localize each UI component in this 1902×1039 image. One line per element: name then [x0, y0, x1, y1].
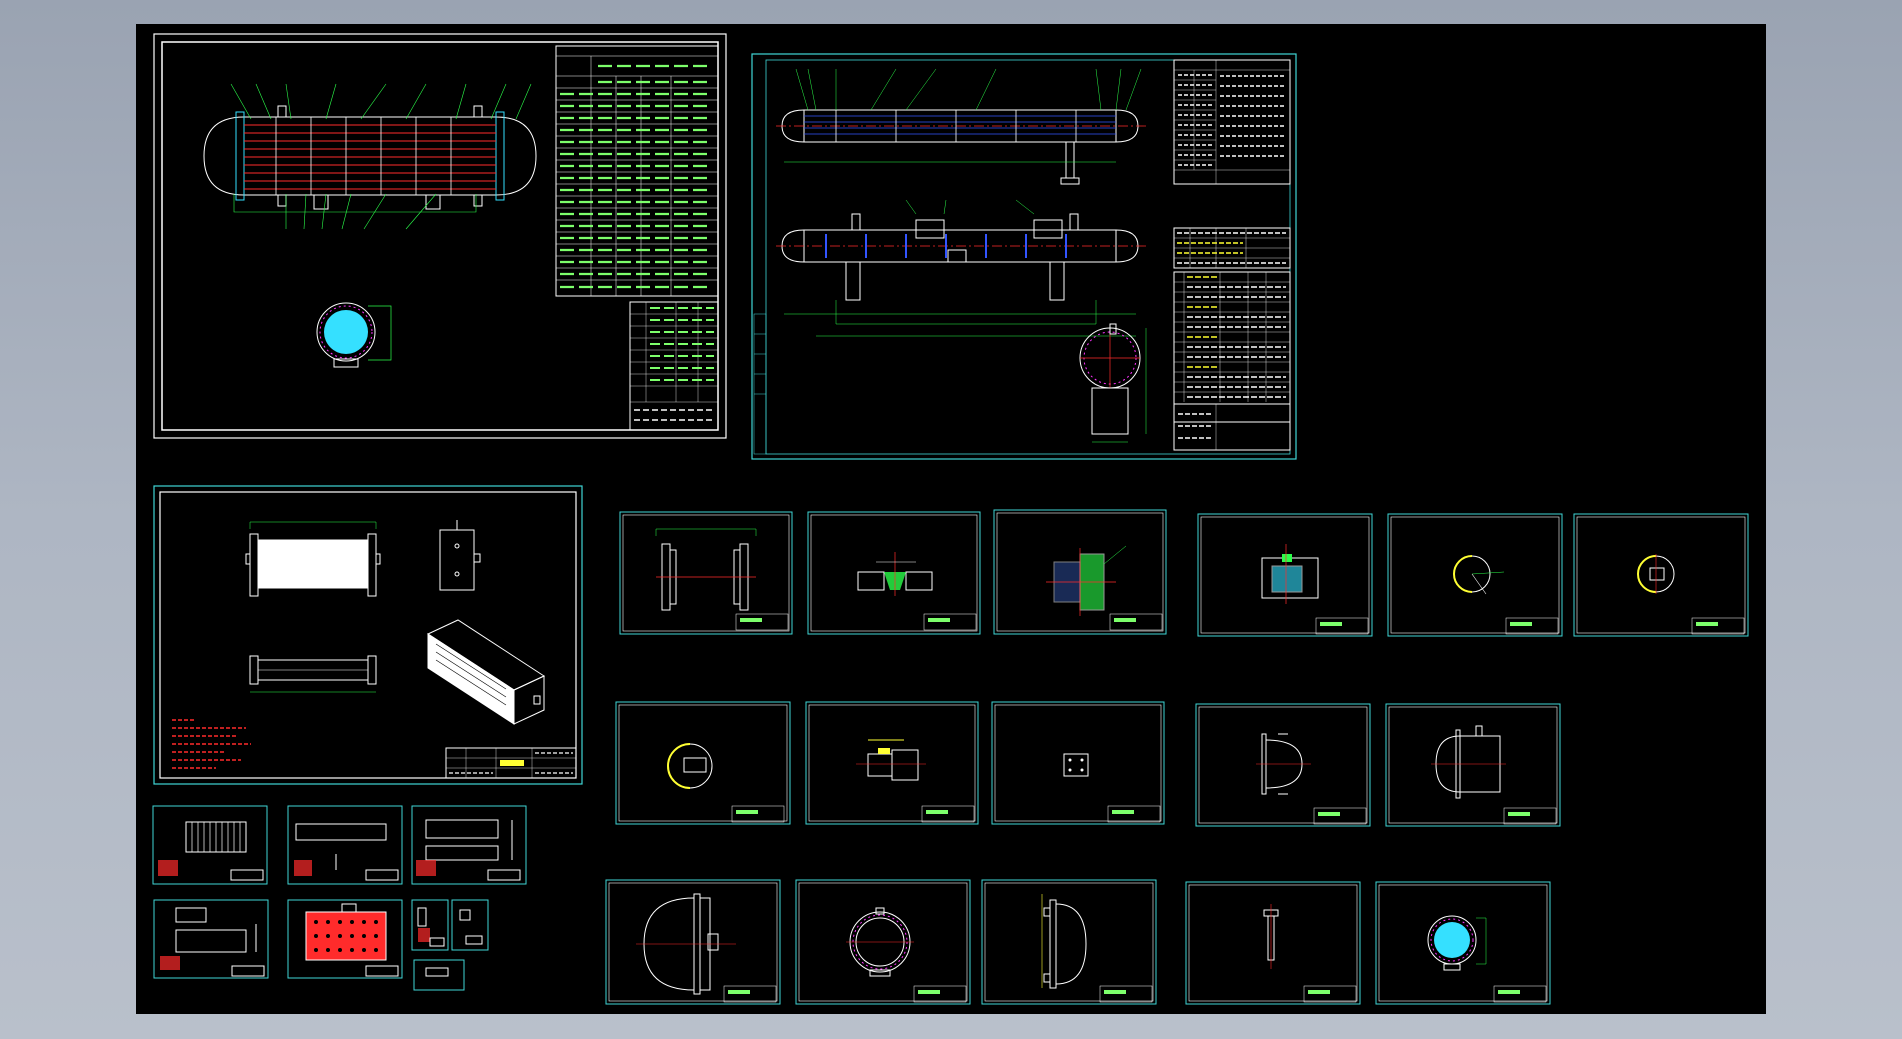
sheet-tube-joint[interactable]: [993, 509, 1167, 635]
sheet-circle-detail-2[interactable]: [1573, 513, 1749, 637]
sheet-heat-exchanger-assembly[interactable]: [153, 33, 727, 439]
sheet-channel-detail[interactable]: [1195, 703, 1371, 827]
exchanger-end-view: [316, 302, 392, 368]
ga-nozzle-table: [1173, 227, 1291, 269]
radiator-top-view: [249, 655, 377, 693]
radiator-isometric-view: [426, 619, 546, 725]
cad-drawing: [152, 33, 1749, 1005]
sheet-circle-detail-3[interactable]: [615, 701, 791, 825]
sheet-circle-detail-1[interactable]: [1387, 513, 1563, 637]
ga-section-view: [1079, 323, 1147, 443]
exchanger-vessel-elevation: [203, 83, 537, 230]
ga-bill-of-materials: [1173, 271, 1291, 451]
sheet-head-part[interactable]: [795, 879, 971, 1005]
sheet-shell-flange[interactable]: [605, 879, 781, 1005]
sheet-radiator-assembly[interactable]: [153, 485, 583, 785]
parts-list-table: [629, 301, 719, 431]
ga-technical-data-block: [1173, 59, 1291, 185]
sheet-general-arrangement[interactable]: [751, 53, 1297, 460]
design-data-table: [555, 45, 719, 297]
sheet-section-view[interactable]: [1185, 881, 1361, 1005]
sheet-nozzle-detail[interactable]: [1197, 513, 1373, 637]
radiator-front-view: [245, 521, 381, 597]
small-part-sheets[interactable]: [152, 805, 527, 991]
sheet-shell-part-1[interactable]: [1385, 703, 1561, 827]
sheet-plate-detail[interactable]: [805, 701, 979, 825]
sheet-head-detail[interactable]: [991, 701, 1165, 825]
ga-plan-view: [776, 199, 1146, 337]
radiator-title-block: [445, 747, 577, 779]
sheet-end-view-detail[interactable]: [1375, 881, 1551, 1005]
sheet-support-leg[interactable]: [981, 879, 1157, 1005]
sheet-flange-detail[interactable]: [619, 511, 793, 635]
radiator-side-view: [439, 520, 481, 591]
sheet-weld-detail-1[interactable]: [807, 511, 981, 635]
cad-drawing-canvas[interactable]: [136, 24, 1766, 1014]
ga-top-elevation: [776, 68, 1146, 185]
radiator-notes: [172, 719, 251, 769]
